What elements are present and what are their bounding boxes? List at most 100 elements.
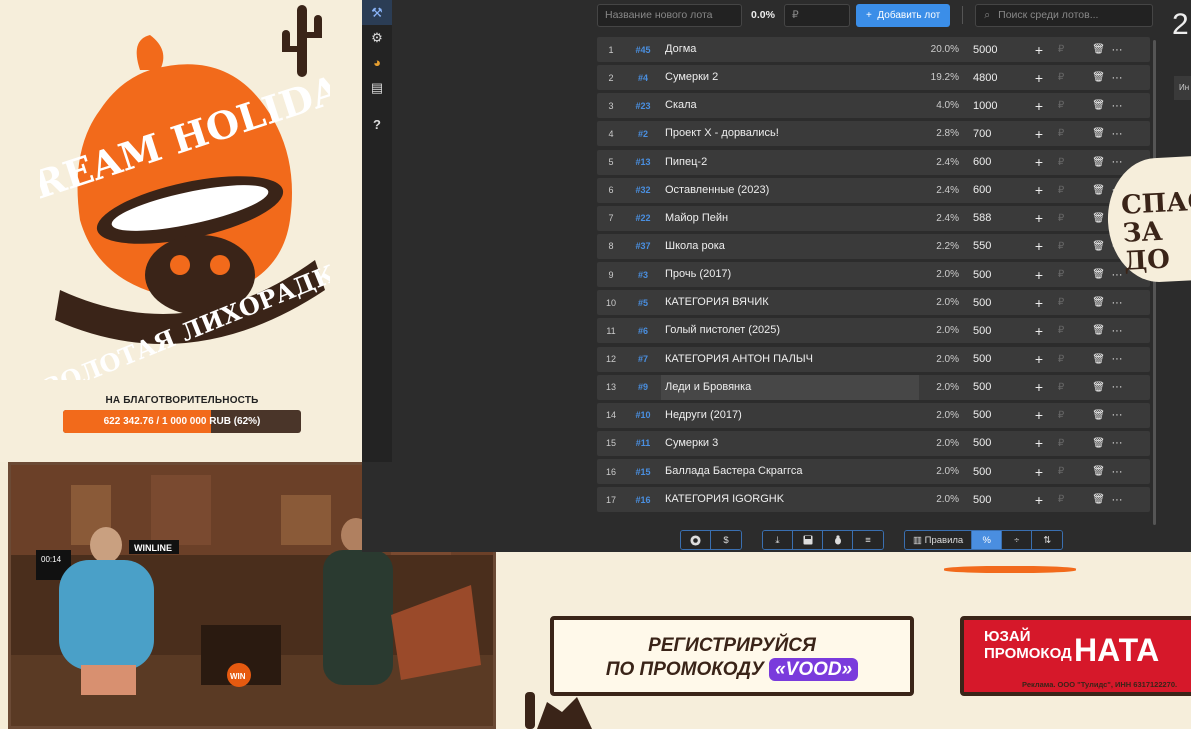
lot-name[interactable]: КАТЕГОРИЯ ВЯЧИК — [661, 290, 919, 315]
more-icon[interactable]: ··· — [1105, 409, 1129, 421]
lot-name[interactable]: Леди и Бровянка — [661, 374, 919, 400]
more-icon[interactable]: ··· — [1105, 156, 1129, 168]
trash-icon[interactable]: 🗑 — [1071, 325, 1105, 336]
add-amount-icon[interactable]: + — [1027, 267, 1051, 283]
more-icon[interactable]: ··· — [1105, 72, 1129, 84]
lot-name[interactable]: Пипец-2 — [661, 150, 919, 175]
lot-amount[interactable]: 588 — [959, 212, 1027, 224]
download-icon[interactable]: ⤓ — [763, 531, 793, 549]
lot-row[interactable]: 2 #4 Сумерки 2 19.2% 4800 + ₽ 🗑 ··· — [597, 65, 1150, 91]
lot-amount[interactable]: 500 — [959, 409, 1027, 421]
more-icon[interactable]: ··· — [1105, 494, 1129, 506]
more-icon[interactable]: ··· — [1105, 381, 1129, 393]
add-amount-icon[interactable]: + — [1027, 464, 1051, 480]
save-icon[interactable] — [793, 531, 823, 549]
add-amount-icon[interactable]: + — [1027, 182, 1051, 198]
add-amount-icon[interactable]: + — [1027, 238, 1051, 254]
lot-amount[interactable]: 500 — [959, 494, 1027, 506]
lot-amount[interactable]: 700 — [959, 128, 1027, 140]
lot-row[interactable]: 7#22Майор Пейн2.4%588+₽🗑··· — [597, 205, 1150, 231]
lot-name[interactable]: Оставленные (2023) — [661, 178, 919, 203]
lot-name[interactable]: Голый пистолет (2025) — [661, 318, 919, 343]
lot-row[interactable]: 16 #15 Баллада Бастера Скраггса 2.0% 500 + ₽ 🗑 ·… — [597, 459, 1150, 485]
lot-name[interactable]: Школа рока — [661, 234, 919, 259]
lot-row[interactable]: 15 #11 Сумерки 3 2.0% 500 + ₽ 🗑 ··· — [597, 430, 1150, 456]
add-amount-icon[interactable]: + — [1027, 98, 1051, 114]
lot-name[interactable]: Майор Пейн — [661, 206, 919, 231]
lot-list-scrollbar[interactable] — [1153, 40, 1156, 525]
lot-row[interactable]: 6#32Оставленные (2023)2.4%600+₽🗑··· — [597, 177, 1150, 203]
lot-name[interactable]: Проект X - дорвались! — [661, 121, 919, 146]
trash-icon[interactable]: 🗑 — [1071, 44, 1105, 55]
gavel-icon[interactable]: ⚒ — [362, 0, 392, 25]
lot-amount[interactable]: 1000 — [959, 100, 1027, 112]
lot-amount[interactable]: 500 — [959, 381, 1027, 393]
trash-icon[interactable]: 🗑 — [1071, 382, 1105, 393]
add-amount-icon[interactable]: + — [1027, 70, 1051, 86]
rules-button[interactable]: ▥ Правила — [905, 531, 973, 549]
pie-chart-icon[interactable]: ◕ — [362, 50, 392, 75]
lot-row[interactable]: 12 #7 КАТЕГОРИЯ АНТОН ПАЛЫЧ 2.0% 500 + ₽ 🗑 ··· — [597, 346, 1150, 372]
lot-row[interactable]: 17 #16 КАТЕГОРИЯ IGORGHK 2.0% 500 + ₽ 🗑 ··· — [597, 487, 1150, 513]
lot-row[interactable]: 1 #45 Догма 20.0% 5000 + ₽ 🗑 ··· — [597, 37, 1150, 62]
add-amount-icon[interactable]: + — [1027, 210, 1051, 226]
trash-icon[interactable]: 🗑 — [1071, 241, 1105, 252]
lot-name[interactable]: КАТЕГОРИЯ АНТОН ПАЛЫЧ — [661, 347, 919, 372]
sort-icon[interactable]: ⇅ — [1032, 531, 1063, 549]
clipboard-icon[interactable]: ▤ — [362, 75, 392, 100]
trash-icon[interactable]: 🗑 — [1071, 128, 1105, 139]
lot-name[interactable]: Баллада Бастера Скраггса — [661, 459, 919, 484]
donate-icon[interactable]: $ — [711, 531, 741, 549]
more-icon[interactable]: ··· — [1105, 466, 1129, 478]
lot-amount[interactable]: 600 — [959, 156, 1027, 168]
add-amount-icon[interactable]: + — [1027, 154, 1051, 170]
lot-row[interactable]: 14 #10 Недруги (2017) 2.0% 500 + ₽ 🗑 ··· — [597, 402, 1150, 428]
help-icon[interactable]: ? — [362, 112, 392, 137]
trash-icon[interactable]: 🗑 — [1071, 494, 1105, 505]
new-lot-amount-input[interactable]: ₽ — [784, 3, 850, 27]
percent-toggle[interactable]: % — [972, 531, 1003, 549]
lot-name[interactable]: Сумерки 2 — [661, 65, 919, 90]
lot-row[interactable]: 10 #5 КАТЕГОРИЯ ВЯЧИК 2.0% 500 + ₽ 🗑 ··· — [597, 290, 1150, 316]
add-amount-icon[interactable]: + — [1027, 323, 1051, 339]
lot-name[interactable]: Прочь (2017) — [661, 262, 919, 287]
trash-icon[interactable]: 🗑 — [1071, 466, 1105, 477]
lot-amount[interactable]: 5000 — [959, 44, 1027, 56]
more-icon[interactable]: ··· — [1105, 437, 1129, 449]
lot-name[interactable]: Недруги (2017) — [661, 403, 919, 428]
lot-row[interactable]: 13 #9 Леди и Бровянка 2.0% 500 + ₽ 🗑 ··· — [597, 374, 1150, 400]
lot-amount[interactable]: 4800 — [959, 72, 1027, 84]
lot-row[interactable]: 5 #13 Пипец-2 2.4% 600 + ₽ 🗑 ··· — [597, 149, 1150, 175]
add-amount-icon[interactable]: + — [1027, 407, 1051, 423]
more-icon[interactable]: ··· — [1105, 100, 1129, 112]
add-amount-icon[interactable]: + — [1027, 42, 1051, 58]
divide-icon[interactable]: ÷ — [1002, 531, 1033, 549]
lot-row[interactable]: 8#37Школа рока2.2%550+₽🗑··· — [597, 233, 1150, 259]
lot-amount[interactable]: 500 — [959, 297, 1027, 309]
lot-name[interactable]: Сумерки 3 — [661, 431, 919, 456]
lot-amount[interactable]: 500 — [959, 353, 1027, 365]
add-amount-icon[interactable]: + — [1027, 351, 1051, 367]
right-panel-button[interactable]: Ин — [1174, 76, 1191, 100]
gear-icon[interactable]: ⚙ — [362, 25, 392, 50]
lot-amount[interactable]: 550 — [959, 240, 1027, 252]
more-icon[interactable]: ··· — [1105, 353, 1129, 365]
add-amount-icon[interactable]: + — [1027, 126, 1051, 142]
lot-amount[interactable]: 500 — [959, 325, 1027, 337]
trash-icon[interactable]: 🗑 — [1071, 410, 1105, 421]
more-icon[interactable]: ··· — [1105, 297, 1129, 309]
add-amount-icon[interactable]: + — [1027, 379, 1051, 395]
trash-icon[interactable]: 🗑 — [1071, 185, 1105, 196]
new-lot-name-input[interactable]: Название нового лота — [597, 3, 742, 27]
add-lot-button[interactable]: + Добавить лот — [856, 3, 951, 27]
lot-amount[interactable]: 500 — [959, 466, 1027, 478]
lot-amount[interactable]: 500 — [959, 269, 1027, 281]
lot-name[interactable]: Скала — [661, 93, 919, 118]
trash-icon[interactable]: 🗑 — [1071, 100, 1105, 111]
github-icon[interactable] — [681, 531, 711, 549]
more-icon[interactable]: ··· — [1105, 128, 1129, 140]
add-amount-icon[interactable]: + — [1027, 492, 1051, 508]
bug-icon[interactable] — [823, 531, 853, 549]
lot-amount[interactable]: 600 — [959, 184, 1027, 196]
add-amount-icon[interactable]: + — [1027, 295, 1051, 311]
